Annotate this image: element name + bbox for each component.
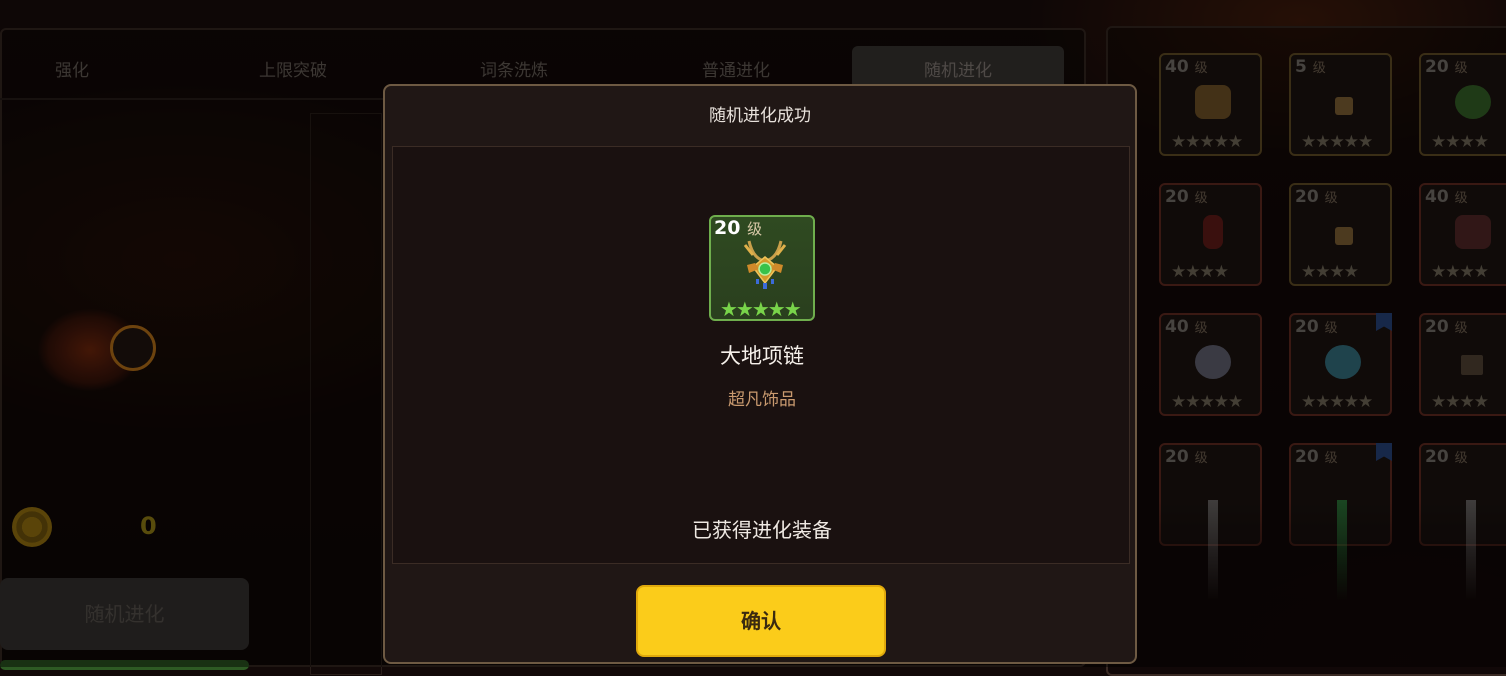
item-card[interactable]: 20 级 ★★★★★: [709, 215, 815, 321]
confirm-button[interactable]: 确认: [636, 585, 886, 657]
result-message: 已获得进化装备: [692, 518, 832, 542]
necklace-icon: [743, 240, 787, 289]
dialog-title: 随机进化成功: [709, 106, 811, 126]
item-rarity: 超凡饰品: [728, 390, 796, 410]
item-name: 大地项链: [720, 344, 804, 368]
dialog-body: 20 级 ★★★★★ 大地项链 超凡饰品 已获得进化装备: [392, 146, 1130, 564]
item-level: 20 级: [714, 217, 763, 239]
item-stars: ★★★★★: [720, 297, 802, 321]
evolve-result-dialog: 随机进化成功 20 级 ★★★★★ 大地项链 超凡饰品 已获得进化装备 确认: [383, 84, 1137, 664]
